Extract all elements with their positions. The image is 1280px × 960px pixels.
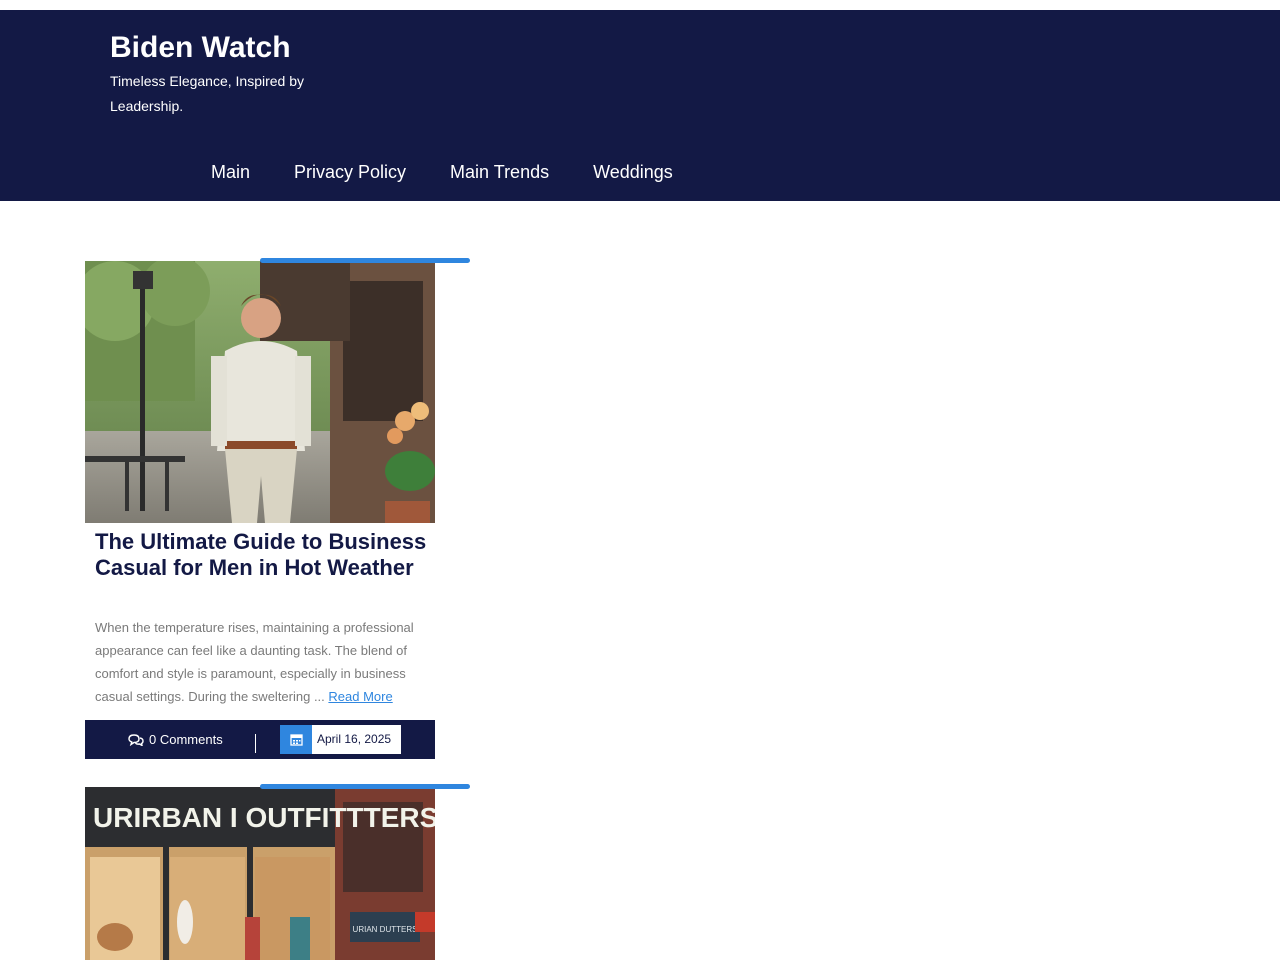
- meta-divider: [255, 734, 256, 753]
- man-street-photo: [85, 261, 435, 523]
- nav-item-privacy-policy[interactable]: Privacy Policy: [272, 153, 428, 191]
- read-more-link[interactable]: Read More: [328, 689, 392, 704]
- post-card: URIAN DUTTERS URIRBAN I OUTFITTTERS: [85, 784, 470, 960]
- post-excerpt: When the temperature rises, maintaining …: [95, 616, 425, 708]
- post-title[interactable]: The Ultimate Guide to Business Casual fo…: [95, 529, 430, 581]
- nav-item-weddings[interactable]: Weddings: [571, 153, 695, 191]
- post-date[interactable]: April 16, 2025: [312, 725, 401, 754]
- post-accent-bar: [260, 784, 470, 789]
- post-meta-bar: 0 Comments April 16, 2025: [85, 720, 435, 759]
- post-comments[interactable]: 0 Comments: [128, 720, 223, 759]
- post-card: The Ultimate Guide to Business Casual fo…: [85, 258, 470, 768]
- site-header: Biden Watch Timeless Elegance, Inspired …: [0, 10, 1280, 201]
- post-comments-count: 0 Comments: [149, 732, 223, 747]
- site-tagline: Timeless Elegance, Inspired by Leadershi…: [110, 73, 305, 114]
- nav-item-main-trends[interactable]: Main Trends: [428, 153, 571, 191]
- storefront-sign: URIRBAN I OUTFITTTERS: [93, 802, 435, 833]
- site-title[interactable]: Biden Watch: [110, 31, 291, 65]
- post-thumbnail[interactable]: URIAN DUTTERS URIRBAN I OUTFITTTERS: [85, 787, 435, 960]
- storefront-photo: URIAN DUTTERS URIRBAN I OUTFITTTERS: [85, 787, 435, 960]
- calendar-icon: [280, 725, 312, 754]
- storefront-small-sign: URIAN DUTTERS: [353, 925, 418, 934]
- nav-item-main[interactable]: Main: [189, 153, 272, 191]
- post-accent-bar: [260, 258, 470, 263]
- comments-icon: [128, 733, 144, 746]
- main-nav: Main Privacy Policy Main Trends Weddings: [189, 153, 695, 191]
- post-thumbnail[interactable]: [85, 261, 435, 523]
